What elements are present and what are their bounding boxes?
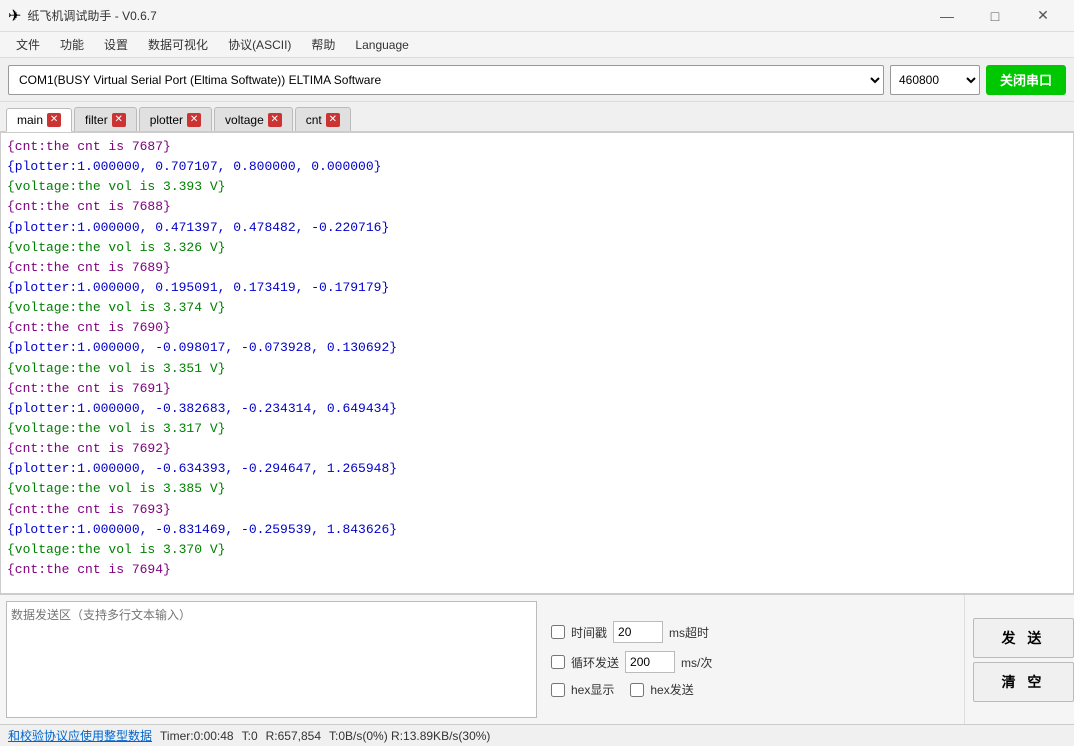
hex-option-row: hex显示 hex发送 [551, 681, 956, 698]
time-option-row: 时间戳 ms超时 [551, 621, 956, 643]
tab-filter[interactable]: filter ✕ [74, 107, 137, 131]
title-bar-controls: — □ ✕ [924, 3, 1066, 29]
menu-item-功能[interactable]: 功能 [52, 34, 92, 55]
tabs-bar: main ✕ filter ✕ plotter ✕ voltage ✕ cnt ✕ [0, 102, 1074, 132]
menu-item-设置[interactable]: 设置 [96, 34, 136, 55]
log-line: {cnt:the cnt is 7694} [7, 560, 1067, 580]
maximize-button[interactable]: □ [972, 3, 1018, 29]
log-line: {plotter:1.000000, -0.382683, -0.234314,… [7, 399, 1067, 419]
tab-label-main: main [17, 113, 43, 127]
log-line: {voltage:the vol is 3.393 V} [7, 177, 1067, 197]
log-line: {plotter:1.000000, -0.098017, -0.073928,… [7, 338, 1067, 358]
log-line: {voltage:the vol is 3.317 V} [7, 419, 1067, 439]
loop-option-row: 循环发送 ms/次 [551, 651, 956, 673]
close-button[interactable]: ✕ [1020, 3, 1066, 29]
console-area[interactable]: {cnt:the cnt is 7687}{plotter:1.000000, … [0, 132, 1074, 594]
hex-send-label: hex发送 [650, 681, 693, 698]
hex-display-label: hex显示 [571, 681, 614, 698]
tab-plotter[interactable]: plotter ✕ [139, 107, 212, 131]
log-line: {plotter:1.000000, 0.707107, 0.800000, 0… [7, 157, 1067, 177]
hex-send-checkbox[interactable] [630, 683, 644, 697]
hex-display-checkbox[interactable] [551, 683, 565, 697]
loop-input[interactable] [625, 651, 675, 673]
clear-button[interactable]: 清 空 [973, 662, 1074, 702]
log-line: {plotter:1.000000, -0.831469, -0.259539,… [7, 520, 1067, 540]
log-line: {cnt:the cnt is 7690} [7, 318, 1067, 338]
action-buttons: 发 送 清 空 [964, 595, 1074, 724]
tab-voltage[interactable]: voltage ✕ [214, 107, 293, 131]
log-line: {plotter:1.000000, -0.634393, -0.294647,… [7, 459, 1067, 479]
tab-close-plotter[interactable]: ✕ [187, 113, 201, 127]
time-unit: ms超时 [669, 624, 709, 641]
tab-label-filter: filter [85, 113, 108, 127]
title-bar: ✈ 纸飞机调试助手 - V0.6.7 — □ ✕ [0, 0, 1074, 32]
log-line: {voltage:the vol is 3.374 V} [7, 298, 1067, 318]
menu-item-协议(ASCII)[interactable]: 协议(ASCII) [220, 34, 299, 55]
status-timer: Timer:0:00:48 [160, 729, 234, 743]
log-line: {cnt:the cnt is 7693} [7, 500, 1067, 520]
port-select[interactable]: COM1(BUSY Virtual Serial Port (Eltima So… [8, 65, 884, 95]
log-line: {voltage:the vol is 3.370 V} [7, 540, 1067, 560]
minimize-button[interactable]: — [924, 3, 970, 29]
app-title: 纸飞机调试助手 - V0.6.7 [27, 7, 156, 24]
bottom-panel: 时间戳 ms超时 循环发送 ms/次 hex显示 hex发送 发 送 清 空 [0, 594, 1074, 724]
status-bar: 和校验协议应使用整型数据 Timer:0:00:48 T:0 R:657,854… [0, 724, 1074, 746]
tab-label-plotter: plotter [150, 113, 183, 127]
status-rate: T:0B/s(0%) R:13.89KB/s(30%) [329, 729, 490, 743]
app-icon: ✈ [8, 6, 21, 26]
tab-close-cnt[interactable]: ✕ [326, 113, 340, 127]
menu-item-Language[interactable]: Language [347, 36, 416, 54]
loop-checkbox[interactable] [551, 655, 565, 669]
log-line: {cnt:the cnt is 7687} [7, 137, 1067, 157]
title-bar-left: ✈ 纸飞机调试助手 - V0.6.7 [8, 6, 157, 26]
tab-main[interactable]: main ✕ [6, 108, 72, 132]
right-inner: 时间戳 ms超时 循环发送 ms/次 hex显示 hex发送 发 送 清 空 [543, 595, 1074, 724]
log-line: {cnt:the cnt is 7691} [7, 379, 1067, 399]
status-t0: T:0 [242, 729, 258, 743]
log-line: {plotter:1.000000, 0.195091, 0.173419, -… [7, 278, 1067, 298]
menu-item-数据可视化[interactable]: 数据可视化 [140, 34, 216, 55]
log-line: {plotter:1.000000, 0.471397, 0.478482, -… [7, 218, 1067, 238]
send-textarea[interactable] [6, 601, 537, 718]
tab-close-main[interactable]: ✕ [47, 113, 61, 127]
log-line: {cnt:the cnt is 7692} [7, 439, 1067, 459]
time-input[interactable] [613, 621, 663, 643]
status-link[interactable]: 和校验协议应使用整型数据 [8, 727, 152, 744]
time-label: 时间戳 [571, 624, 607, 641]
send-button[interactable]: 发 送 [973, 618, 1074, 658]
log-line: {cnt:the cnt is 7689} [7, 258, 1067, 278]
tab-label-cnt: cnt [306, 113, 322, 127]
log-line: {voltage:the vol is 3.351 V} [7, 359, 1067, 379]
log-line: {voltage:the vol is 3.385 V} [7, 479, 1067, 499]
time-checkbox[interactable] [551, 625, 565, 639]
options-group: 时间戳 ms超时 循环发送 ms/次 hex显示 hex发送 [543, 595, 964, 724]
log-line: {cnt:the cnt is 7688} [7, 197, 1067, 217]
loop-label: 循环发送 [571, 654, 619, 671]
menu-item-帮助[interactable]: 帮助 [303, 34, 343, 55]
tab-close-voltage[interactable]: ✕ [268, 113, 282, 127]
log-line: {voltage:the vol is 3.326 V} [7, 238, 1067, 258]
tab-cnt[interactable]: cnt ✕ [295, 107, 351, 131]
tab-close-filter[interactable]: ✕ [112, 113, 126, 127]
loop-unit: ms/次 [681, 654, 712, 671]
menu-bar: 文件功能设置数据可视化协议(ASCII)帮助Language [0, 32, 1074, 58]
port-bar: COM1(BUSY Virtual Serial Port (Eltima So… [0, 58, 1074, 102]
close-port-button[interactable]: 关闭串口 [986, 65, 1066, 95]
tab-label-voltage: voltage [225, 113, 264, 127]
baud-select[interactable]: 9600192003840057600115200230400460800921… [890, 65, 980, 95]
send-area [0, 595, 543, 724]
menu-item-文件[interactable]: 文件 [8, 34, 48, 55]
status-received: R:657,854 [266, 729, 321, 743]
